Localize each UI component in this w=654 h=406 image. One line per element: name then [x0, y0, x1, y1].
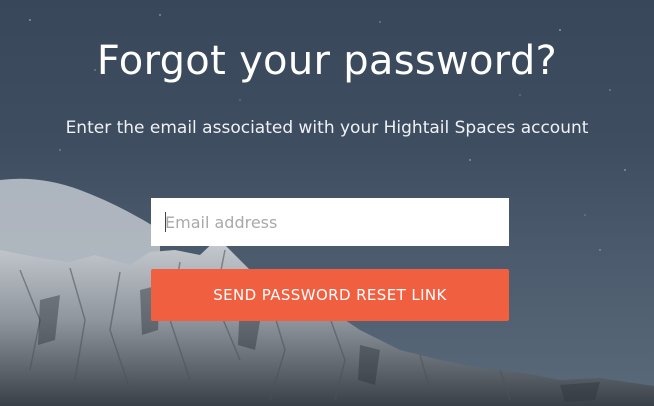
page-subtitle: Enter the email associated with your Hig… [65, 118, 589, 138]
reset-password-panel: Forgot your password? Enter the email as… [0, 0, 654, 406]
email-input[interactable] [151, 198, 509, 246]
page-title: Forgot your password? [96, 38, 558, 84]
text-cursor [165, 212, 166, 232]
send-reset-link-button[interactable]: SEND PASSWORD RESET LINK [151, 269, 509, 321]
